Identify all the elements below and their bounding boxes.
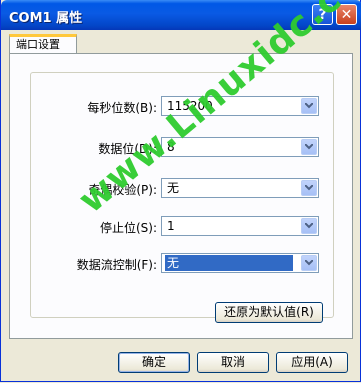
baud-rate-select[interactable]: 115200	[161, 96, 319, 116]
data-bits-value: 8	[167, 140, 175, 154]
parity-label: 奇偶校验(P):	[88, 183, 157, 197]
flow-control-select[interactable]: 无	[161, 253, 319, 273]
baud-rate-value: 115200	[167, 99, 213, 113]
tab-port-settings[interactable]: 端口设置	[9, 34, 77, 54]
help-button[interactable]: ?	[312, 4, 333, 25]
ok-button[interactable]: 确定	[118, 352, 190, 373]
flow-control-label: 数据流控制(F):	[76, 258, 157, 272]
data-bits-select[interactable]: 8	[161, 137, 319, 157]
parity-select[interactable]: 无	[161, 178, 319, 198]
cancel-button[interactable]: 取消	[197, 352, 269, 373]
chevron-down-icon[interactable]	[301, 218, 317, 234]
window-title: COM1 属性	[9, 11, 83, 26]
title-bar[interactable]: COM1 属性 ? ✕	[1, 0, 361, 30]
chevron-down-icon[interactable]	[301, 180, 317, 196]
chevron-down-icon[interactable]	[301, 98, 317, 114]
apply-button[interactable]: 应用(A)	[276, 352, 348, 373]
parity-value: 无	[167, 181, 180, 195]
settings-group: 每秒位数(B): 115200 数据位(D): 8 奇偶校验(P): 无 停止位…	[30, 72, 334, 323]
baud-rate-label: 每秒位数(B):	[87, 101, 157, 115]
chevron-down-icon[interactable]	[301, 139, 317, 155]
data-bits-label: 数据位(D):	[98, 142, 157, 156]
stop-bits-select[interactable]: 1	[161, 216, 319, 236]
stop-bits-value: 1	[167, 219, 175, 233]
chevron-down-icon[interactable]	[301, 255, 317, 271]
properties-dialog: COM1 属性 ? ✕ 端口设置 每秒位数(B): 115200 数据位(D):…	[0, 0, 361, 382]
close-button[interactable]: ✕	[336, 4, 357, 25]
tab-panel: 每秒位数(B): 115200 数据位(D): 8 奇偶校验(P): 无 停止位…	[9, 53, 353, 339]
flow-control-value: 无	[165, 255, 293, 271]
stop-bits-label: 停止位(S):	[99, 221, 157, 235]
restore-defaults-button[interactable]: 还原为默认值(R)	[215, 302, 323, 323]
